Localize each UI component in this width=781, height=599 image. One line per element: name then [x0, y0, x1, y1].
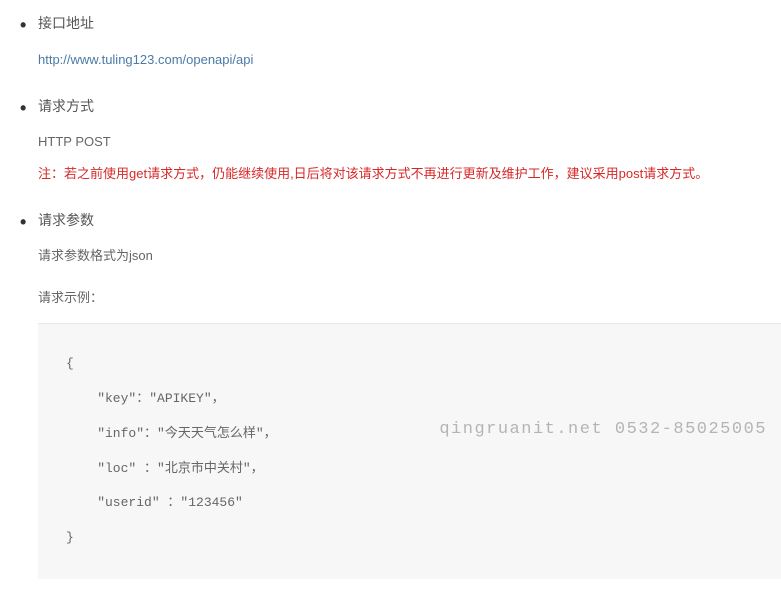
code-line: }: [66, 528, 781, 549]
section-title-address: 接口地址: [38, 12, 781, 34]
code-line: {: [66, 354, 781, 375]
section-api-address: 接口地址 http://www.tuling123.com/openapi/ap…: [0, 8, 781, 91]
http-method-value: HTTP POST: [38, 132, 781, 153]
code-line: "key"："APIKEY"，: [66, 389, 781, 410]
code-line: "userid" ："123456": [66, 493, 781, 514]
params-format-text: 请求参数格式为json: [38, 246, 781, 267]
code-example-block: { "key"："APIKEY"， "info"："今天天气怎么样"， "loc…: [38, 323, 781, 579]
example-label: 请求示例：: [38, 288, 781, 309]
api-url-link[interactable]: http://www.tuling123.com/openapi/api: [38, 52, 253, 67]
method-warning-note: 注：若之前使用get请求方式，仍能继续使用,日后将对该请求方式不再进行更新及维护…: [38, 164, 781, 185]
code-line: "info"："今天天气怎么样"，: [66, 424, 781, 445]
section-request-method: 请求方式 HTTP POST 注：若之前使用get请求方式，仍能继续使用,日后将…: [0, 91, 781, 205]
section-request-params: 请求参数 请求参数格式为json 请求示例： { "key"："APIKEY"，…: [0, 205, 781, 599]
section-title-params: 请求参数: [38, 209, 781, 231]
code-line: "loc" ："北京市中关村"，: [66, 459, 781, 480]
section-title-method: 请求方式: [38, 95, 781, 117]
